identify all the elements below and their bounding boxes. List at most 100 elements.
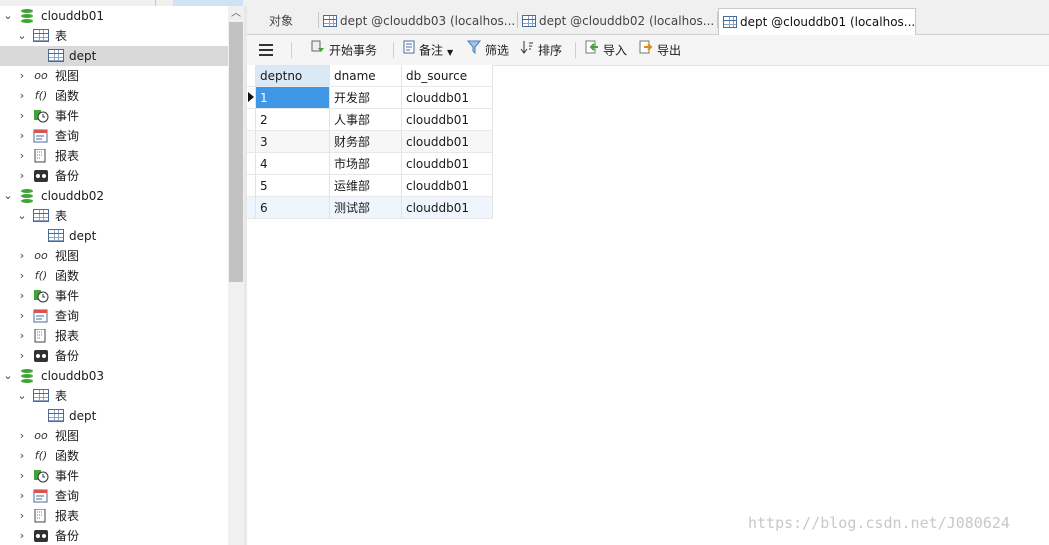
- column-header-dname[interactable]: dname: [329, 65, 402, 87]
- table-icon: [723, 15, 737, 28]
- chevron-right-icon[interactable]: ›: [16, 286, 28, 306]
- tree-item-label: clouddb01: [41, 9, 104, 23]
- chevron-down-icon[interactable]: ⌄: [2, 186, 14, 206]
- table-cell[interactable]: clouddb01: [401, 174, 493, 197]
- menu-button[interactable]: [259, 39, 277, 61]
- table-cell[interactable]: clouddb01: [401, 86, 493, 109]
- tree-item-view[interactable]: › oo 视图: [0, 66, 228, 86]
- tree-item-event[interactable]: › 事件: [0, 466, 228, 486]
- chevron-right-icon[interactable]: ›: [16, 526, 28, 545]
- chevron-down-icon[interactable]: ⌄: [16, 26, 28, 46]
- sort-button[interactable]: 排序: [520, 39, 562, 61]
- tree-item-database[interactable]: ⌄ clouddb02: [0, 186, 228, 206]
- table-cell[interactable]: 5: [255, 174, 330, 197]
- tree-scrollbar[interactable]: ︿: [228, 6, 244, 545]
- table-row[interactable]: 5 运维部 clouddb01: [247, 174, 493, 197]
- chevron-down-icon[interactable]: ⌄: [16, 206, 28, 226]
- tree-item-report[interactable]: › 报表: [0, 326, 228, 346]
- table-row[interactable]: 6 测试部 clouddb01: [247, 196, 493, 219]
- tree-item-query[interactable]: › 查询: [0, 306, 228, 326]
- begin-transaction-label: 开始事务: [329, 43, 378, 58]
- chevron-right-icon[interactable]: ›: [16, 166, 28, 186]
- chevron-right-icon[interactable]: ›: [16, 426, 28, 446]
- table-cell[interactable]: clouddb01: [401, 196, 493, 219]
- tree-item-database[interactable]: ⌄ clouddb03: [0, 366, 228, 386]
- chevron-right-icon[interactable]: ›: [16, 446, 28, 466]
- tree-item-view[interactable]: › oo 视图: [0, 246, 228, 266]
- tree-item-query[interactable]: › 查询: [0, 486, 228, 506]
- chevron-right-icon[interactable]: ›: [16, 326, 28, 346]
- tree-item-database[interactable]: ⌄ clouddb01: [0, 6, 228, 26]
- table-row[interactable]: 1 开发部 clouddb01: [247, 86, 493, 109]
- table-cell[interactable]: clouddb01: [401, 130, 493, 153]
- tree-item-function[interactable]: › f() 函数: [0, 266, 228, 286]
- table-cell[interactable]: clouddb01: [401, 108, 493, 131]
- tree-item-report[interactable]: › 报表: [0, 506, 228, 526]
- chevron-right-icon[interactable]: ›: [16, 506, 28, 526]
- tree-item-view[interactable]: › oo 视图: [0, 426, 228, 446]
- tab-dept-clouddb01[interactable]: dept @clouddb01 (localhos...: [718, 8, 916, 35]
- export-button[interactable]: 导出: [639, 39, 681, 61]
- table-cell[interactable]: 6: [255, 196, 330, 219]
- tree-item-table[interactable]: dept: [0, 226, 228, 246]
- chevron-right-icon[interactable]: ›: [16, 266, 28, 286]
- table-cell[interactable]: 2: [255, 108, 330, 131]
- tree-item-function[interactable]: › f() 函数: [0, 446, 228, 466]
- tab-dept-clouddb03[interactable]: dept @clouddb03 (localhos...: [319, 8, 514, 34]
- begin-transaction-button[interactable]: 开始事务: [311, 39, 377, 61]
- table-row[interactable]: 3 财务部 clouddb01: [247, 130, 493, 153]
- tree-item-report[interactable]: › 报表: [0, 146, 228, 166]
- table-cell[interactable]: 人事部: [329, 108, 402, 131]
- memo-button[interactable]: 备注 ▼: [403, 39, 453, 61]
- table-cell[interactable]: 运维部: [329, 174, 402, 197]
- table-cell[interactable]: 财务部: [329, 130, 402, 153]
- chevron-right-icon[interactable]: ›: [16, 486, 28, 506]
- chevron-right-icon[interactable]: ›: [16, 106, 28, 126]
- tab-dept-clouddb02[interactable]: dept @clouddb02 (localhos...: [518, 8, 714, 34]
- filter-button[interactable]: 筛选: [466, 39, 509, 61]
- scroll-up-icon[interactable]: ︿: [228, 6, 244, 22]
- tab-label: dept @clouddb02 (localhos...: [539, 14, 714, 28]
- memo-icon: [403, 39, 415, 61]
- chevron-down-icon[interactable]: ⌄: [16, 386, 28, 406]
- chevron-right-icon[interactable]: ›: [16, 306, 28, 326]
- tree-item-table[interactable]: ⌄ 表: [0, 386, 228, 406]
- table-cell[interactable]: clouddb01: [401, 152, 493, 175]
- tree-item-table[interactable]: ⌄ 表: [0, 26, 228, 46]
- column-header-deptno[interactable]: deptno: [255, 65, 330, 87]
- chevron-down-icon[interactable]: ⌄: [2, 6, 14, 26]
- tree-item-event[interactable]: › 事件: [0, 286, 228, 306]
- tab-objects[interactable]: 对象: [269, 8, 319, 34]
- chevron-right-icon[interactable]: ›: [16, 346, 28, 366]
- chevron-right-icon[interactable]: ›: [16, 66, 28, 86]
- table-cell[interactable]: 4: [255, 152, 330, 175]
- table-row[interactable]: 2 人事部 clouddb01: [247, 108, 493, 131]
- chevron-right-icon[interactable]: ›: [16, 126, 28, 146]
- chevron-right-icon[interactable]: ›: [16, 146, 28, 166]
- tree-item-backup[interactable]: › 备份: [0, 166, 228, 186]
- tree-item-label: 查询: [55, 309, 80, 323]
- import-button[interactable]: 导入: [585, 39, 627, 61]
- column-header-db-source[interactable]: db_source: [401, 65, 493, 87]
- chevron-right-icon[interactable]: ›: [16, 246, 28, 266]
- tree-item-event[interactable]: › 事件: [0, 106, 228, 126]
- tree-item-query[interactable]: › 查询: [0, 126, 228, 146]
- tree-item-backup[interactable]: › 备份: [0, 346, 228, 366]
- table-cell[interactable]: 1: [255, 86, 330, 109]
- dropdown-arrow-icon[interactable]: ▼: [447, 48, 453, 57]
- tree-item-table[interactable]: dept: [0, 406, 228, 426]
- chevron-right-icon[interactable]: ›: [16, 466, 28, 486]
- table-cell[interactable]: 开发部: [329, 86, 402, 109]
- table-cell[interactable]: 3: [255, 130, 330, 153]
- chevron-down-icon[interactable]: ⌄: [2, 366, 14, 386]
- tree-item-table[interactable]: dept: [0, 46, 228, 66]
- tree-item-function[interactable]: › f() 函数: [0, 86, 228, 106]
- table-cell[interactable]: 测试部: [329, 196, 402, 219]
- tree-item-table[interactable]: ⌄ 表: [0, 206, 228, 226]
- table-row[interactable]: 4 市场部 clouddb01: [247, 152, 493, 175]
- tree-item-backup[interactable]: › 备份: [0, 526, 228, 545]
- table-cell[interactable]: 市场部: [329, 152, 402, 175]
- scroll-thumb[interactable]: [229, 22, 243, 282]
- current-row-marker-icon: [247, 86, 256, 109]
- chevron-right-icon[interactable]: ›: [16, 86, 28, 106]
